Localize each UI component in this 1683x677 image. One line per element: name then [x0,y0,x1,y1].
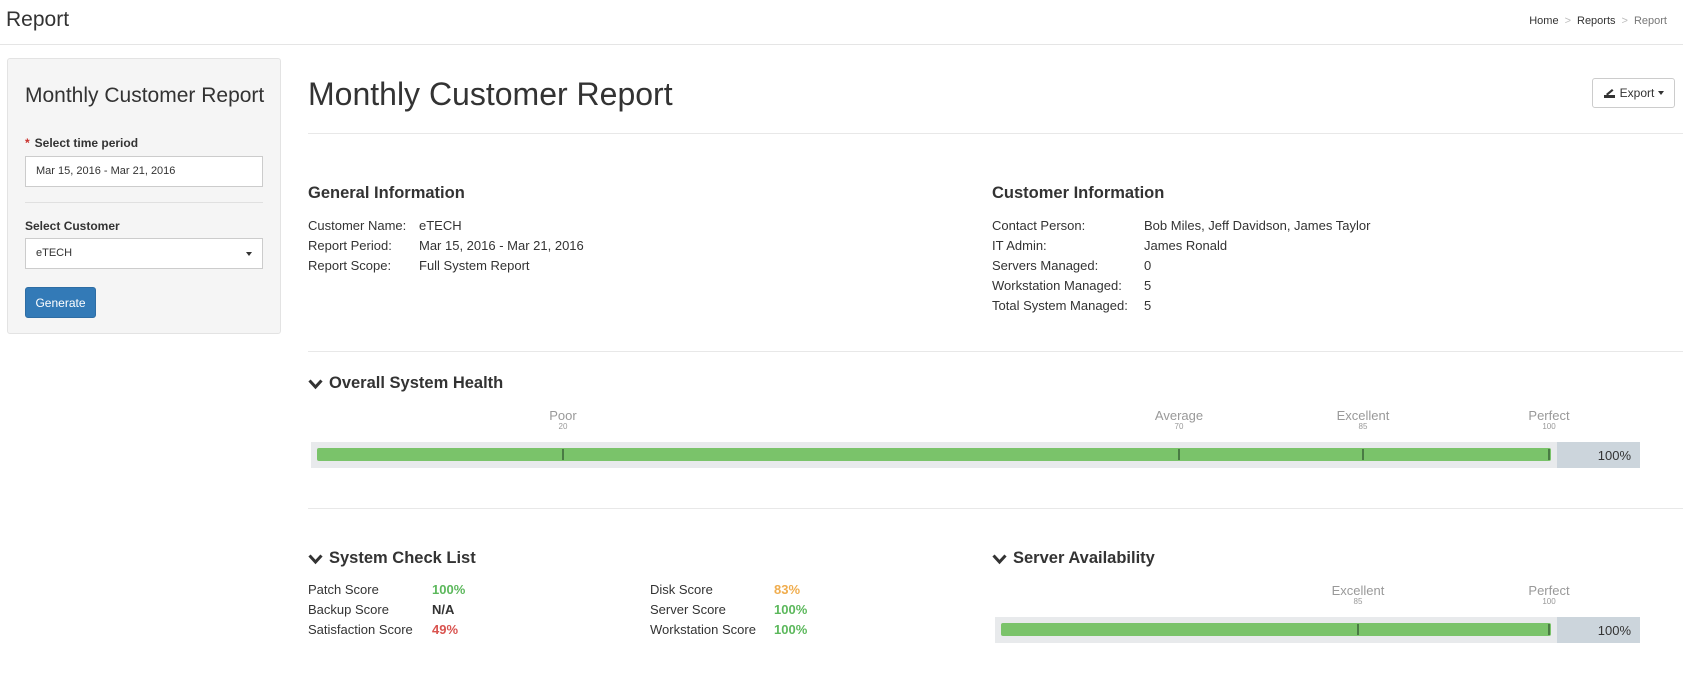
score-value: 83% [774,582,801,597]
score-row: Workstation Score 100% [650,622,808,637]
scale-marker-excellent: Excellent 85 [1331,583,1385,606]
app-title: Report [6,8,70,31]
chevron-down-icon [246,252,252,256]
customer-info-key: Contact Person: [992,218,1086,233]
page-title: Monthly Customer Report [308,76,673,112]
server-availability-heading: Server Availability [1013,549,1155,567]
customer-info-value: 5 [1144,298,1152,313]
server-availability-toggle[interactable]: Server Availability [992,549,1155,568]
score-value: 49% [432,622,459,637]
overall-health-gauge: Poor 20 Average 70 Excellent 85 Perfect 100 … [311,408,1640,468]
scale-marker-excellent: Excellent 85 [1336,408,1390,431]
general-info-value: Full System Report [419,258,530,273]
customer-info-key: IT Admin: [992,238,1047,253]
gauge-fill [317,448,1551,461]
breadcrumb-home[interactable]: Home [1529,15,1558,27]
customer-info-list: Contact Person: Bob Miles, Jeff Davidson… [992,216,1592,326]
gauge-tick [1548,449,1550,460]
time-period-input[interactable]: Mar 15, 2016 - Mar 21, 2016 [25,156,263,187]
gauge-tick [562,449,564,460]
divider [25,202,263,203]
divider [308,133,1683,134]
general-info-heading: General Information [308,184,465,202]
chevron-down-icon [308,378,323,389]
server-availability-gauge: Excellent 85 Perfect 100 100% [995,583,1640,643]
general-info-key: Report Period: [308,238,392,253]
customer-info-key: Total System Managed: [992,298,1128,313]
score-value: 100% [432,582,466,597]
checklist-heading: System Check List [329,549,476,567]
export-icon [1603,89,1615,98]
chevron-down-icon [308,553,323,564]
gauge-tick [1362,449,1364,460]
gauge-value: 100% [1557,442,1640,468]
customer-select[interactable]: eTECH [25,238,263,269]
gauge-fill [1001,623,1551,636]
scale-marker-poor: Poor 20 [549,408,577,431]
sidebar-title: Monthly Customer Report [25,84,265,107]
customer-info-value: Bob Miles, Jeff Davidson, James Taylor [1144,218,1371,233]
overall-health-toggle[interactable]: Overall System Health [308,374,503,393]
customer-select-value: eTECH [36,247,73,259]
general-info-value: eTECH [419,218,462,233]
chevron-down-icon [992,553,1007,564]
score-row: Satisfaction Score 49% [308,622,459,637]
general-info-key: Report Scope: [308,258,392,273]
divider [308,351,1683,352]
scale-marker-perfect: Perfect 100 [1528,408,1570,431]
customer-label: Select Customer [25,219,120,233]
required-icon: * [25,136,30,150]
customer-info-value: 0 [1144,258,1152,273]
customer-info-key: Workstation Managed: [992,278,1122,293]
breadcrumb-separator: > [1621,15,1628,27]
score-value: N/A [432,602,455,617]
chevron-down-icon [1658,91,1665,95]
scale-marker-average: Average 70 [1154,408,1204,431]
export-button[interactable]: Export [1592,78,1675,108]
gauge-tick [1357,624,1359,635]
report-filter-panel: Monthly Customer Report * Select time per… [7,58,281,334]
score-value: 100% [774,602,808,617]
general-info-value: Mar 15, 2016 - Mar 21, 2016 [419,238,584,253]
customer-info-value: James Ronald [1144,238,1228,253]
gauge-track [995,617,1557,643]
general-info-key: Customer Name: [308,218,407,233]
score-row: Patch Score 100% [308,582,466,597]
score-row: Disk Score 83% [650,582,801,597]
breadcrumb: Home > Reports > Report [1529,15,1667,27]
breadcrumb-separator: > [1564,15,1571,27]
checklist-toggle[interactable]: System Check List [308,549,476,568]
gauge-track [311,442,1557,468]
export-label: Export [1619,86,1655,100]
score-row: Server Score 100% [650,602,808,617]
breadcrumb-current: Report [1633,15,1667,27]
customer-info-heading: Customer Information [992,184,1165,202]
generate-button[interactable]: Generate [25,287,96,318]
gauge-value: 100% [1557,617,1640,643]
breadcrumb-reports[interactable]: Reports [1577,15,1616,27]
score-row: Backup Score N/A [308,602,455,617]
customer-info-key: Servers Managed: [992,258,1099,273]
scale-marker-perfect: Perfect 100 [1528,583,1570,606]
customer-info-value: 5 [1144,278,1152,293]
top-bar: Report Home > Reports > Report [0,0,1683,45]
general-info-list: Customer Name: eTECH Report Period: Mar … [308,216,908,286]
gauge-tick [1178,449,1180,460]
gauge-tick [1548,624,1550,635]
score-value: 100% [774,622,808,637]
time-period-label: * Select time period [25,136,139,150]
divider [308,508,1683,509]
overall-health-heading: Overall System Health [329,374,504,392]
